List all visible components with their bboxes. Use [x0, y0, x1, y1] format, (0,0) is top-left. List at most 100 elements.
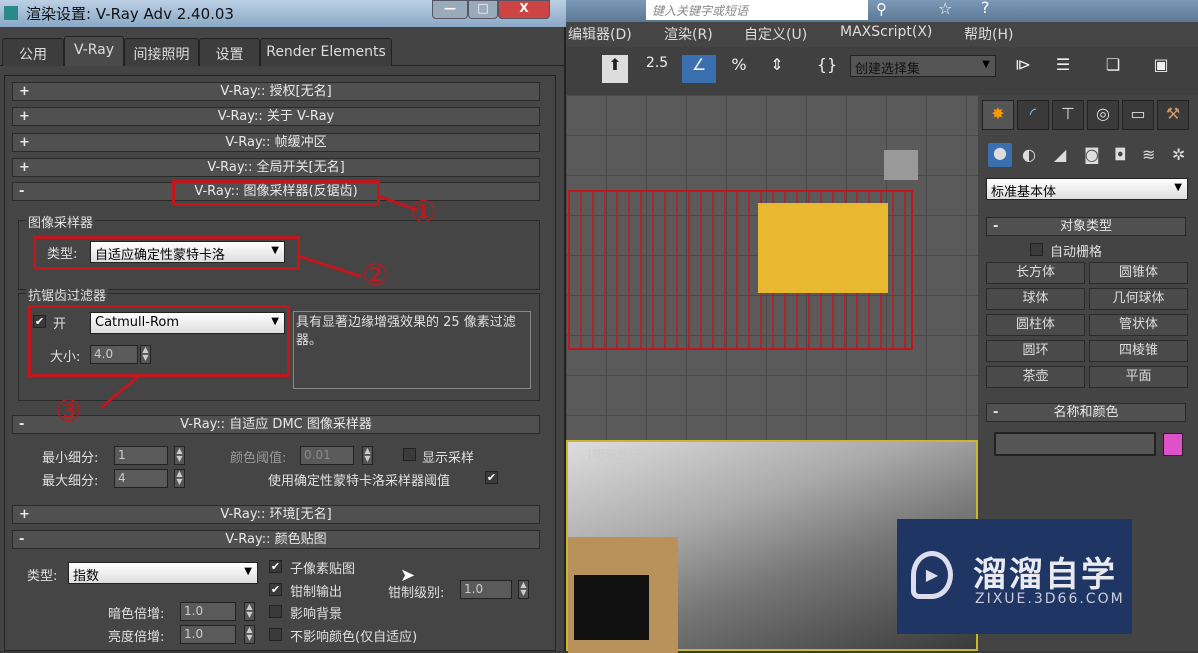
- systems-icon[interactable]: ✲: [1172, 145, 1185, 164]
- pyramid-button[interactable]: 四棱锥: [1089, 340, 1188, 362]
- max-subdivs-spinner[interactable]: ▲ ▼: [174, 469, 185, 488]
- color-threshold-input[interactable]: 0.01: [300, 446, 354, 465]
- clamp-level-spinner[interactable]: ▲ ▼: [518, 580, 529, 599]
- close-button[interactable]: X: [498, 0, 550, 19]
- menu-rendering[interactable]: 渲染(R): [664, 24, 713, 44]
- cylinder-button[interactable]: 圆柱体: [986, 314, 1085, 336]
- watermark-url: ZIXUE.3D66.COM: [975, 591, 1125, 607]
- motion-tab-icon[interactable]: ◎: [1087, 100, 1119, 130]
- object-name-input[interactable]: [994, 432, 1156, 456]
- rollout-about[interactable]: + V-Ray:: 关于 V-Ray: [12, 107, 540, 126]
- filter-description: 具有显著边缘增强效果的 25 像素过滤器。: [293, 311, 531, 389]
- bright-multiplier-input[interactable]: 1.0: [180, 625, 236, 644]
- menu-help[interactable]: 帮助(H): [964, 24, 1013, 44]
- helpers-icon[interactable]: ◘: [1114, 145, 1127, 164]
- edit-named-selection-icon[interactable]: {}: [814, 55, 840, 83]
- dark-multiplier-label: 暗色倍增:: [108, 607, 165, 622]
- clamp-output-checkbox[interactable]: ✔: [269, 583, 282, 596]
- spacewarps-icon[interactable]: ≋: [1142, 145, 1155, 164]
- use-dmc-threshold-checkbox[interactable]: ✔: [485, 471, 498, 484]
- chevron-down-icon: ▼: [244, 566, 252, 577]
- rollout-license[interactable]: + V-Ray:: 授权[无名]: [12, 82, 540, 101]
- expand-icon: +: [19, 135, 30, 150]
- dont-affect-colors-checkbox[interactable]: [269, 628, 282, 641]
- min-subdivs-spinner[interactable]: ▲ ▼: [174, 446, 185, 465]
- box-button[interactable]: 长方体: [986, 262, 1085, 284]
- binoculars-icon[interactable]: ⚲: [876, 0, 887, 18]
- top-viewport[interactable]: [566, 95, 978, 440]
- mirror-icon[interactable]: ⧐: [1010, 55, 1036, 83]
- min-subdivs-input[interactable]: 1: [114, 446, 168, 465]
- bright-multiplier-spinner[interactable]: ▲ ▼: [244, 625, 255, 644]
- modify-tab-icon[interactable]: ◜: [1017, 100, 1049, 130]
- rollout-framebuffer[interactable]: + V-Ray:: 帧缓冲区: [12, 133, 540, 152]
- create-tab-icon[interactable]: ✸: [982, 100, 1014, 130]
- lights-icon[interactable]: ◢: [1054, 145, 1066, 164]
- dropdown-value: 创建选择集: [855, 62, 921, 77]
- rollout-environment[interactable]: + V-Ray:: 环境[无名]: [12, 505, 540, 524]
- rollout-object-type[interactable]: - 对象类型: [986, 217, 1186, 236]
- rollout-global-switches[interactable]: + V-Ray:: 全局开关[无名]: [12, 158, 540, 177]
- subpixel-mapping-checkbox[interactable]: ✔: [269, 560, 282, 573]
- clamp-level-input[interactable]: 1.0: [460, 580, 512, 599]
- tab-settings[interactable]: 设置: [199, 38, 260, 66]
- dialog-title: 渲染设置: V-Ray Adv 2.40.03: [26, 5, 234, 23]
- color-threshold-spinner[interactable]: ▲ ▼: [362, 446, 373, 465]
- tube-button[interactable]: 管状体: [1089, 314, 1188, 336]
- object-category-dropdown[interactable]: 标准基本体 ▼: [986, 178, 1188, 200]
- sphere-button[interactable]: 球体: [986, 288, 1085, 310]
- plane-button[interactable]: 平面: [1089, 366, 1188, 388]
- hierarchy-tab-icon[interactable]: ⊤: [1052, 100, 1084, 130]
- snap-toggle[interactable]: 2.5: [644, 55, 670, 83]
- tab-indirect-illumination[interactable]: 间接照明: [124, 38, 199, 66]
- star-icon[interactable]: ☆: [938, 0, 952, 18]
- color-mapping-type-dropdown[interactable]: 指数 ▼: [68, 562, 258, 584]
- rollout-title: 对象类型: [1059, 219, 1112, 234]
- angle-snap-icon[interactable]: ∠: [682, 55, 716, 83]
- show-samples-label: 显示采样: [422, 451, 475, 466]
- geometry-icon[interactable]: ●: [988, 143, 1012, 167]
- menu-maxscript[interactable]: MAXScript(X): [840, 24, 932, 40]
- layer-icon[interactable]: ❏: [1100, 55, 1126, 83]
- rollout-adaptive-dmc[interactable]: - V-Ray:: 自适应 DMC 图像采样器: [12, 415, 540, 434]
- display-tab-icon[interactable]: ▭: [1122, 100, 1154, 130]
- utilities-tab-icon[interactable]: ⚒: [1157, 100, 1189, 130]
- tab-render-elements[interactable]: Render Elements: [260, 38, 392, 66]
- max-subdivs-input[interactable]: 4: [114, 469, 168, 488]
- geosphere-button[interactable]: 几何球体: [1089, 288, 1188, 310]
- upload-icon[interactable]: ⬆: [602, 55, 628, 83]
- rollout-name-and-color[interactable]: - 名称和颜色: [986, 403, 1186, 422]
- object-color-swatch[interactable]: [1163, 433, 1183, 456]
- affect-background-checkbox[interactable]: [269, 605, 282, 618]
- render-settings-dialog: 渲染设置: V-Ray Adv 2.40.03 — □ X 公用 V-Ray 间…: [0, 0, 566, 651]
- viewport-label[interactable]: [明暗处理]: [588, 446, 645, 463]
- torus-button[interactable]: 圆环: [986, 340, 1085, 362]
- percent-snap-icon[interactable]: %: [726, 55, 752, 83]
- render-setup-icon[interactable]: ▣: [1148, 55, 1174, 83]
- tab-vray[interactable]: V-Ray: [64, 36, 124, 66]
- mapping-type-label: 类型:: [27, 569, 58, 584]
- search-input[interactable]: 键入关键字或短语: [646, 0, 868, 20]
- rollout-title: V-Ray:: 关于 V-Ray: [217, 109, 335, 124]
- rollout-title: V-Ray:: 颜色贴图: [225, 532, 327, 547]
- named-selection-dropdown[interactable]: 创建选择集 ▼: [850, 55, 996, 77]
- menu-editors[interactable]: 编辑器(D): [568, 24, 632, 44]
- show-samples-checkbox[interactable]: [403, 448, 416, 461]
- help-icon[interactable]: ?: [981, 0, 990, 17]
- dropdown-value: 指数: [73, 569, 100, 584]
- teapot-button[interactable]: 茶壶: [986, 366, 1085, 388]
- dark-multiplier-spinner[interactable]: ▲ ▼: [244, 602, 255, 621]
- maximize-button[interactable]: □: [468, 0, 498, 19]
- spinner-snap-icon[interactable]: ⇕: [764, 55, 790, 83]
- menu-customize[interactable]: 自定义(U): [744, 24, 807, 44]
- tab-common[interactable]: 公用: [2, 38, 64, 66]
- rollout-color-mapping[interactable]: - V-Ray:: 颜色贴图: [12, 530, 540, 549]
- autogrid-checkbox[interactable]: [1030, 243, 1043, 256]
- shapes-icon[interactable]: ◐: [1022, 145, 1036, 164]
- align-icon[interactable]: ☰: [1050, 55, 1076, 83]
- minimize-button[interactable]: —: [432, 0, 468, 19]
- dark-multiplier-input[interactable]: 1.0: [180, 602, 236, 621]
- annotation-box-2: [33, 236, 300, 270]
- cameras-icon[interactable]: ◙: [1084, 145, 1100, 164]
- cone-button[interactable]: 圆锥体: [1089, 262, 1188, 284]
